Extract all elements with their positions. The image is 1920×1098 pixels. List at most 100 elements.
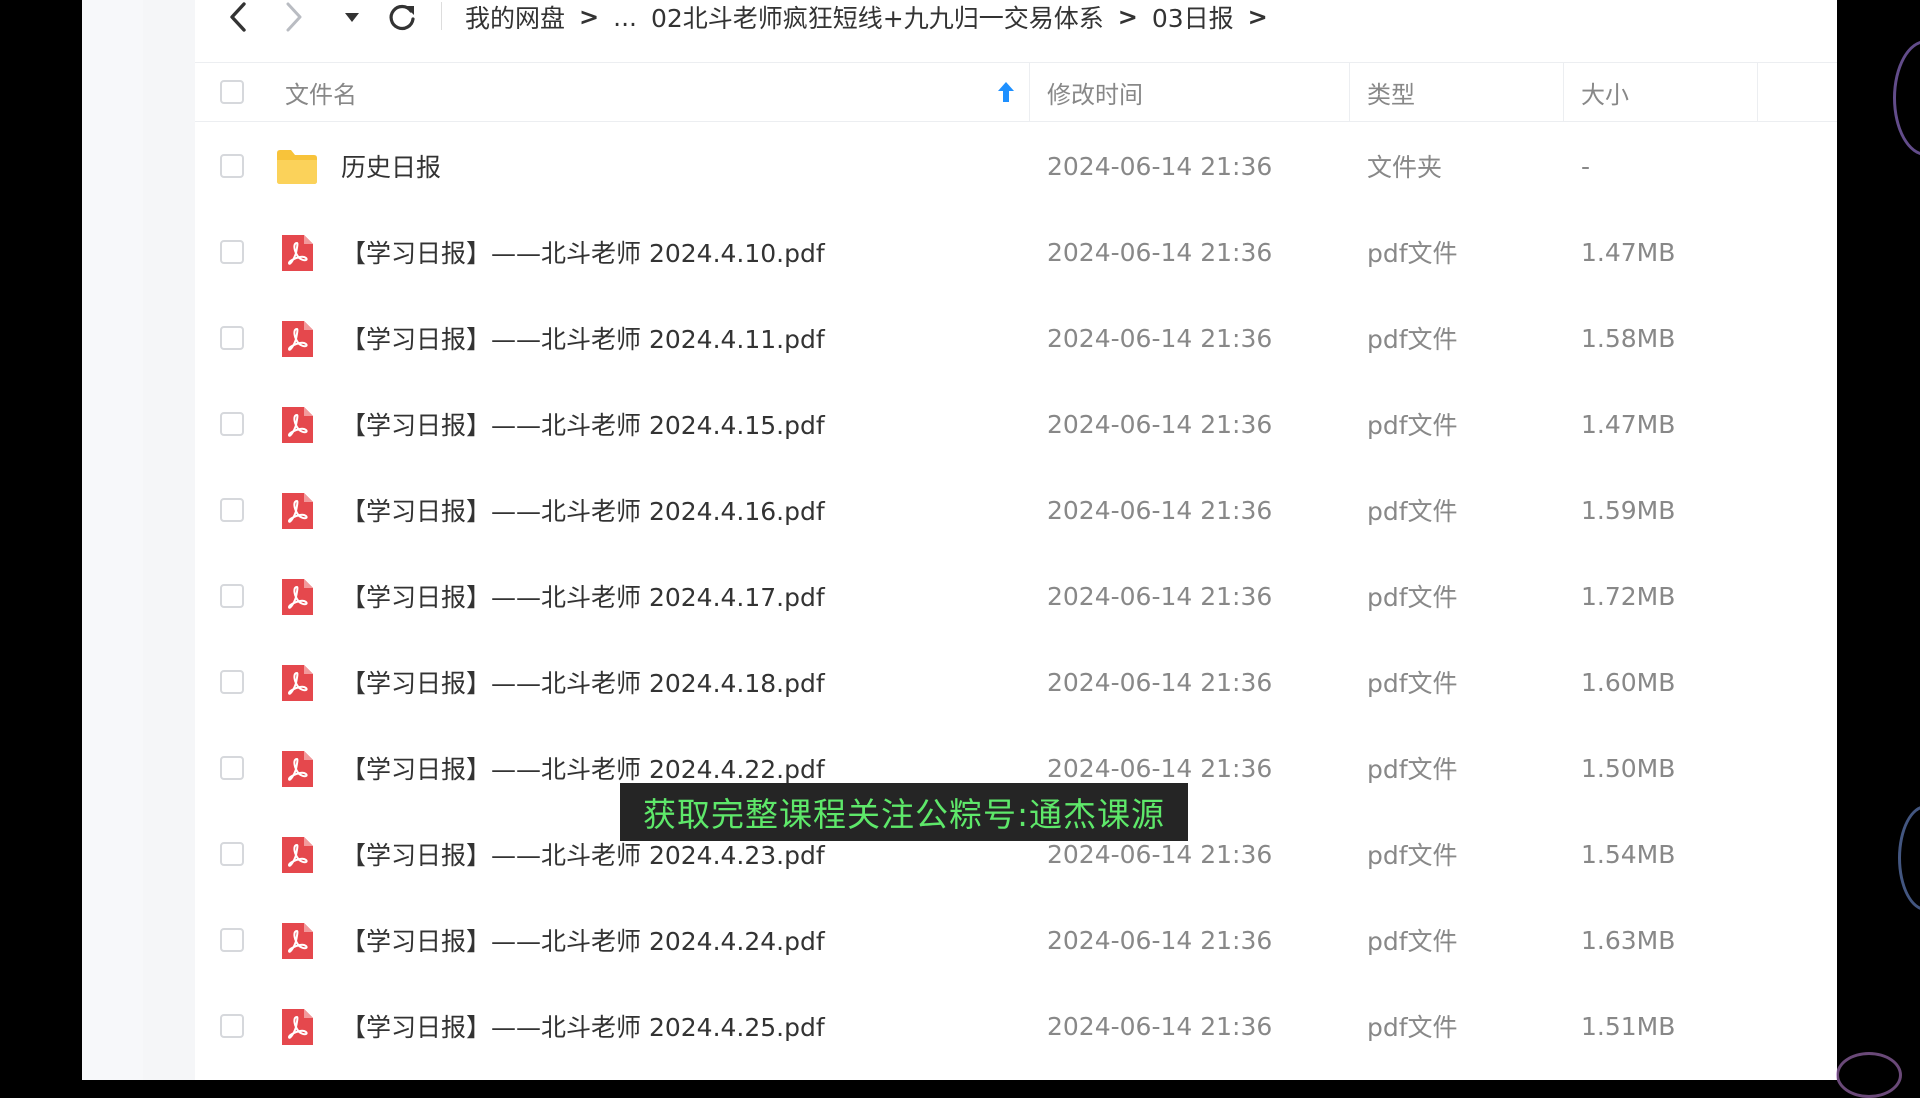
caret-down-icon	[345, 13, 359, 22]
file-type: pdf文件	[1367, 1013, 1458, 1042]
file-row[interactable]: 【学习日报】——北斗老师 2024.4.15.pdf 2024-06-14 21…	[195, 390, 1837, 476]
row-checkbox[interactable]	[220, 584, 244, 608]
file-size: 1.54MB	[1581, 839, 1676, 869]
file-type: 文件夹	[1367, 153, 1443, 182]
file-name[interactable]: 【学习日报】——北斗老师 2024.4.24.pdf	[341, 906, 825, 974]
file-type: pdf文件	[1367, 841, 1458, 870]
file-type: pdf文件	[1367, 239, 1458, 268]
decorative-bubble	[1898, 805, 1920, 911]
file-size: 1.63MB	[1581, 925, 1676, 955]
file-name[interactable]: 【学习日报】——北斗老师 2024.4.16.pdf	[341, 476, 825, 544]
file-type: pdf文件	[1367, 497, 1458, 526]
file-modified: 2024-06-14 21:36	[1047, 495, 1273, 525]
breadcrumb-separator: >	[579, 3, 600, 31]
forward-button[interactable]	[279, 0, 309, 34]
file-size: 1.47MB	[1581, 237, 1676, 267]
pdf-icon	[282, 751, 313, 787]
row-checkbox[interactable]	[220, 240, 244, 264]
column-header-name[interactable]: 文件名	[285, 63, 357, 121]
file-modified: 2024-06-14 21:36	[1047, 667, 1273, 697]
row-checkbox[interactable]	[220, 842, 244, 866]
pdf-icon	[282, 665, 313, 701]
subtitle-overlay: 获取完整课程关注公粽号:通杰课源	[620, 783, 1188, 841]
file-type: pdf文件	[1367, 583, 1458, 612]
breadcrumb-item-root[interactable]: 我的网盘	[465, 0, 565, 35]
file-name[interactable]: 【学习日报】——北斗老师 2024.4.17.pdf	[341, 562, 825, 630]
file-type: pdf文件	[1367, 325, 1458, 354]
pdf-icon	[282, 1009, 313, 1045]
file-modified: 2024-06-14 21:36	[1047, 323, 1273, 353]
file-name[interactable]: 【学习日报】——北斗老师 2024.4.10.pdf	[341, 218, 825, 286]
file-row[interactable]: 【学习日报】——北斗老师 2024.4.25.pdf 2024-06-14 21…	[195, 992, 1837, 1078]
column-header: 文件名 修改时间 类型 大小	[195, 62, 1837, 122]
file-name[interactable]: 【学习日报】——北斗老师 2024.4.11.pdf	[341, 304, 825, 372]
left-sidebar-strip	[82, 0, 143, 1080]
file-size: 1.51MB	[1581, 1011, 1676, 1041]
column-divider[interactable]	[1349, 63, 1350, 121]
row-checkbox[interactable]	[220, 498, 244, 522]
column-header-type[interactable]: 类型	[1367, 63, 1415, 121]
breadcrumb-item-ellipsis[interactable]: ...	[613, 3, 637, 32]
row-checkbox[interactable]	[220, 412, 244, 436]
file-name[interactable]: 【学习日报】——北斗老师 2024.4.15.pdf	[341, 390, 825, 458]
file-row-folder[interactable]: 历史日报 2024-06-14 21:36 文件夹 -	[195, 132, 1837, 218]
chevron-right-icon	[286, 2, 302, 32]
row-checkbox[interactable]	[220, 670, 244, 694]
file-size: 1.72MB	[1581, 581, 1676, 611]
column-divider[interactable]	[1029, 63, 1030, 121]
file-size: 1.58MB	[1581, 323, 1676, 353]
file-modified: 2024-06-14 21:36	[1047, 581, 1273, 611]
column-header-modified[interactable]: 修改时间	[1047, 63, 1143, 121]
breadcrumb-separator: >	[1247, 3, 1268, 31]
file-modified: 2024-06-14 21:36	[1047, 925, 1273, 955]
file-name[interactable]: 【学习日报】——北斗老师 2024.4.25.pdf	[341, 992, 825, 1060]
file-row[interactable]: 【学习日报】——北斗老师 2024.4.11.pdf 2024-06-14 21…	[195, 304, 1837, 390]
row-checkbox[interactable]	[220, 1014, 244, 1038]
file-name[interactable]: 【学习日报】——北斗老师 2024.4.18.pdf	[341, 648, 825, 716]
chevron-left-icon	[230, 2, 246, 32]
refresh-button[interactable]	[385, 0, 419, 34]
row-checkbox[interactable]	[220, 756, 244, 780]
pdf-icon	[282, 837, 313, 873]
file-row[interactable]: 【学习日报】——北斗老师 2024.4.18.pdf 2024-06-14 21…	[195, 648, 1837, 734]
breadcrumb: 我的网盘 > ... 02北斗老师疯狂短线+九九归一交易体系 > 03日报 >	[465, 0, 1282, 34]
row-checkbox[interactable]	[220, 326, 244, 350]
file-row[interactable]: 【学习日报】——北斗老师 2024.4.17.pdf 2024-06-14 21…	[195, 562, 1837, 648]
sort-ascending-indicator[interactable]	[997, 63, 1015, 121]
file-modified: 2024-06-14 21:36	[1047, 237, 1273, 267]
file-size: 1.47MB	[1581, 409, 1676, 439]
file-row[interactable]: 【学习日报】——北斗老师 2024.4.10.pdf 2024-06-14 21…	[195, 218, 1837, 304]
pdf-icon	[282, 493, 313, 529]
file-size: 1.59MB	[1581, 495, 1676, 525]
file-modified: 2024-06-14 21:36	[1047, 1011, 1273, 1041]
file-size: 1.50MB	[1581, 753, 1676, 783]
decorative-bubble	[1836, 1052, 1902, 1098]
breadcrumb-separator: >	[1117, 3, 1138, 31]
row-checkbox[interactable]	[220, 928, 244, 952]
file-manager-window: 我的网盘 > ... 02北斗老师疯狂短线+九九归一交易体系 > 03日报 > …	[143, 0, 1837, 1080]
toolbar-divider	[441, 2, 442, 30]
pdf-icon	[282, 579, 313, 615]
row-checkbox[interactable]	[220, 154, 244, 178]
file-row[interactable]: 【学习日报】——北斗老师 2024.4.16.pdf 2024-06-14 21…	[195, 476, 1837, 562]
column-divider[interactable]	[1563, 63, 1564, 121]
video-frame: 我的网盘 > ... 02北斗老师疯狂短线+九九归一交易体系 > 03日报 > …	[0, 0, 1920, 1098]
pdf-icon	[282, 235, 313, 271]
file-modified: 2024-06-14 21:36	[1047, 409, 1273, 439]
file-type: pdf文件	[1367, 669, 1458, 698]
column-divider[interactable]	[1757, 63, 1758, 121]
file-type: pdf文件	[1367, 927, 1458, 956]
file-size: 1.60MB	[1581, 667, 1676, 697]
breadcrumb-item-current[interactable]: 03日报	[1152, 0, 1234, 35]
file-type: pdf文件	[1367, 411, 1458, 440]
select-all-checkbox[interactable]	[220, 80, 244, 104]
file-row[interactable]: 【学习日报】——北斗老师 2024.4.24.pdf 2024-06-14 21…	[195, 906, 1837, 992]
file-name[interactable]: 历史日报	[341, 132, 441, 200]
history-dropdown-button[interactable]	[341, 0, 363, 34]
toolbar: 我的网盘 > ... 02北斗老师疯狂短线+九九归一交易体系 > 03日报 >	[195, 0, 1837, 56]
pdf-icon	[282, 923, 313, 959]
column-header-size[interactable]: 大小	[1581, 63, 1629, 121]
folder-icon	[277, 150, 317, 184]
breadcrumb-item-course[interactable]: 02北斗老师疯狂短线+九九归一交易体系	[651, 0, 1104, 35]
back-button[interactable]	[223, 0, 253, 34]
